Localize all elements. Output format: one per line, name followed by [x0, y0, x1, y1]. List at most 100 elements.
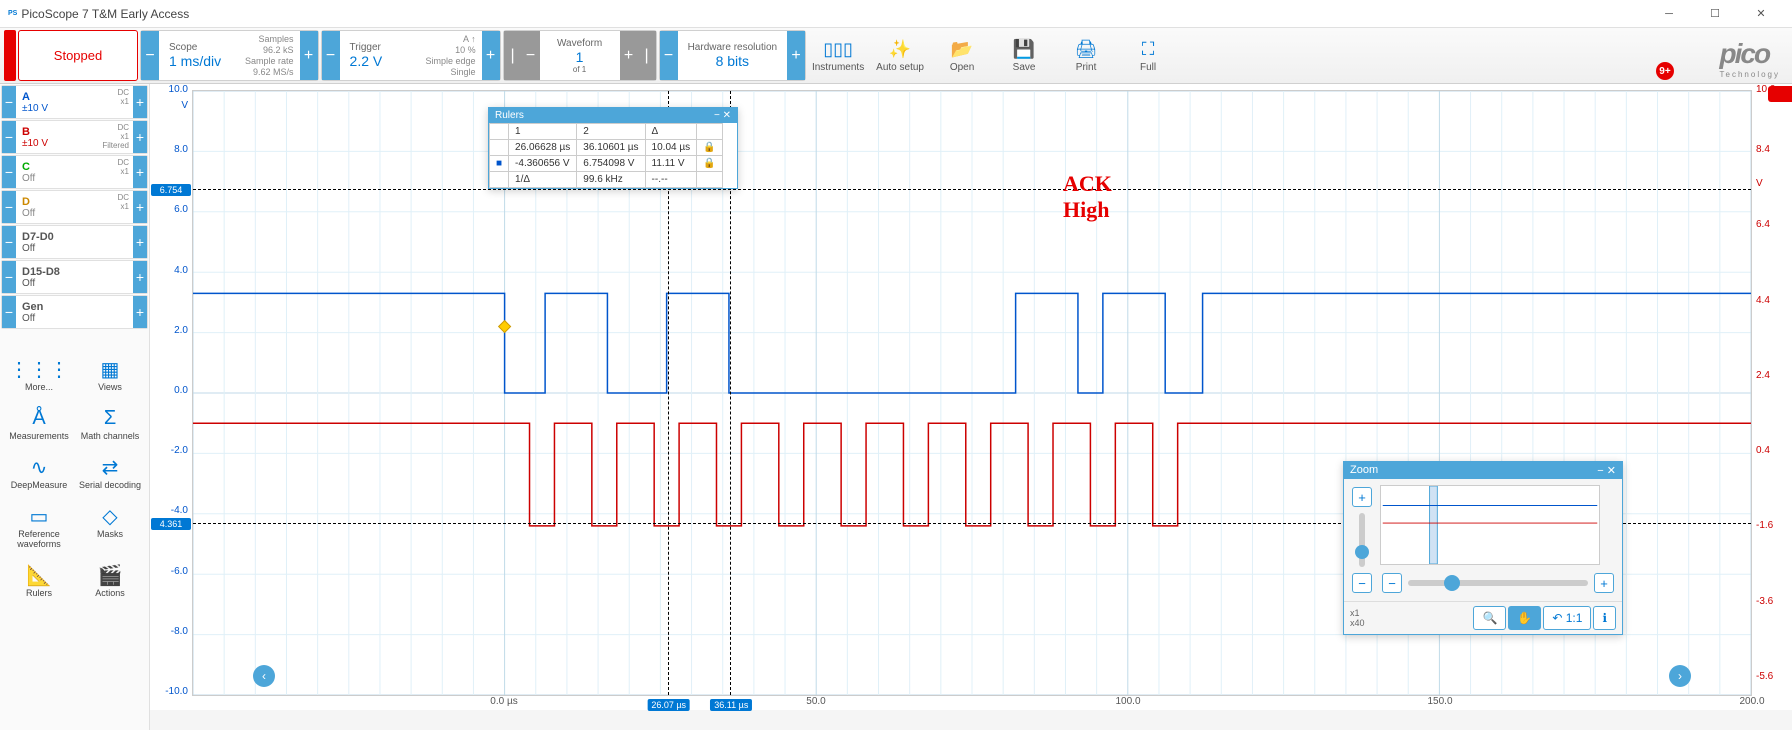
print-button[interactable]: 🖨 Print	[1056, 30, 1116, 81]
nav-right-button[interactable]: ›	[1669, 665, 1691, 687]
channel-minus-button[interactable]: −	[2, 121, 16, 153]
waveform-first-button[interactable]: |	[504, 31, 522, 80]
channel-plus-button[interactable]: +	[133, 191, 147, 223]
zoom-minimize-icon[interactable]: −	[1597, 465, 1603, 477]
scope-minus-button[interactable]: −	[141, 31, 159, 80]
y-axis-right: 10.08.46.44.42.40.4-1.6-3.6-5.6V	[1752, 84, 1792, 696]
minimize-button[interactable]: ─	[1646, 0, 1692, 28]
open-button[interactable]: 📂 Open	[932, 30, 992, 81]
channel-minus-button[interactable]: −	[2, 86, 16, 118]
channel-minus-button[interactable]: −	[2, 296, 16, 328]
channel-minus-button[interactable]: −	[2, 226, 16, 258]
hwres-plus-button[interactable]: +	[787, 31, 805, 80]
hwres-minus-button[interactable]: −	[660, 31, 678, 80]
rulers-close-icon[interactable]: ✕	[723, 110, 731, 121]
sidetool-more-[interactable]: ⋮⋮⋮More...	[4, 350, 74, 398]
channel-body[interactable]: D7-D0Off	[16, 226, 133, 258]
waveform-last-button[interactable]: |	[638, 31, 656, 80]
scope-display[interactable]: Scope 1 ms/div	[159, 31, 239, 80]
zoom-magnify-button[interactable]: 🔍	[1473, 606, 1506, 630]
channel-body[interactable]: D15-D8Off	[16, 261, 133, 293]
instruments-button[interactable]: ▯▯▯ Instruments	[808, 30, 868, 81]
horizontal-cursor-1[interactable]: 6.754	[193, 189, 1751, 190]
channel-row-b[interactable]: −B±10 VDCx1Filtered+	[1, 120, 148, 154]
ruler-time-lock-icon[interactable]: 🔒	[697, 140, 722, 156]
sidetool-serial-decoding[interactable]: ⇄Serial decoding	[75, 448, 145, 496]
rulers-minimize-icon[interactable]: −	[714, 110, 720, 121]
run-stop-button[interactable]: Stopped	[18, 30, 138, 81]
sidetool-measurements[interactable]: ÅMeasurements	[4, 399, 74, 447]
autosetup-button[interactable]: ✨ Auto setup	[870, 30, 930, 81]
channel-body[interactable]: COffDCx1	[16, 156, 133, 188]
sidetool-actions[interactable]: 🎬Actions	[75, 556, 145, 604]
channel-row-gen[interactable]: −GenOff+	[1, 295, 148, 329]
channel-body[interactable]: B±10 VDCx1Filtered	[16, 121, 133, 153]
zoom-x-slider-thumb[interactable]	[1444, 575, 1460, 591]
ruler-volt-lock-icon[interactable]: 🔒	[697, 156, 722, 172]
channel-row-d7-d0[interactable]: −D7-D0Off+	[1, 225, 148, 259]
zoom-level-display: x1x40	[1350, 608, 1365, 628]
zoom-info-button[interactable]: ℹ	[1593, 606, 1616, 630]
channel-body[interactable]: GenOff	[16, 296, 133, 328]
zoom-pan-button[interactable]: ✋	[1508, 606, 1541, 630]
close-button[interactable]: ✕	[1738, 0, 1784, 28]
y-axis-left: 10.08.06.04.02.00.0-2.0-4.0-6.0-8.0-10.0…	[150, 84, 192, 696]
zoom-out-y-button[interactable]: −	[1352, 573, 1372, 593]
trigger-minus-button[interactable]: −	[322, 31, 340, 80]
channel-list: −A±10 VDCx1+−B±10 VDCx1Filtered+−COffDCx…	[0, 84, 149, 330]
channel-body[interactable]: DOffDCx1	[16, 191, 133, 223]
rulers-window[interactable]: Rulers − ✕ 1 2 Δ 26.06628 µs 36.10601	[488, 107, 738, 189]
channel-row-a[interactable]: −A±10 VDCx1+	[1, 85, 148, 119]
sidetool-masks[interactable]: ◇Masks	[75, 497, 145, 555]
scope-control: − Scope 1 ms/div Samples 96.2 kS Sample …	[140, 30, 319, 81]
waveform-next-button[interactable]: +	[620, 31, 638, 80]
sidetool-reference-waveforms[interactable]: ▭Reference waveforms	[4, 497, 74, 555]
main-toolbar: Stopped − Scope 1 ms/div Samples 96.2 kS…	[0, 28, 1792, 84]
waveform-control: | − Waveform 1 of 1 + |	[503, 30, 657, 81]
hwres-display[interactable]: Hardware resolution 8 bits	[678, 31, 788, 80]
notification-badge[interactable]: 9+	[1656, 62, 1674, 80]
zoom-y-slider-thumb[interactable]	[1355, 545, 1369, 559]
zoom-reset-button[interactable]: ↶ 1:1	[1543, 606, 1591, 630]
fullscreen-button[interactable]: ⛶ Full	[1118, 30, 1178, 81]
waveform-prev-button[interactable]: −	[522, 31, 540, 80]
channel-plus-button[interactable]: +	[133, 261, 147, 293]
channel-minus-button[interactable]: −	[2, 191, 16, 223]
waveform-display[interactable]: Waveform 1 of 1	[540, 31, 620, 80]
channel-row-c[interactable]: −COffDCx1+	[1, 155, 148, 189]
maximize-button[interactable]: ☐	[1692, 0, 1738, 28]
zoom-in-x-button[interactable]: +	[1594, 573, 1614, 593]
channel-plus-button[interactable]: +	[133, 296, 147, 328]
channel-body[interactable]: A±10 VDCx1	[16, 86, 133, 118]
channel-minus-button[interactable]: −	[2, 261, 16, 293]
plot-area[interactable]: 6.754 4.361 26.07 µs 36.11 µs Rulers − ✕	[192, 90, 1752, 696]
zoom-header[interactable]: Zoom − ✕	[1344, 462, 1622, 479]
zoom-in-y-button[interactable]: +	[1352, 487, 1372, 507]
trigger-display[interactable]: Trigger 2.2 V	[340, 31, 420, 80]
channel-plus-button[interactable]: +	[133, 226, 147, 258]
channel-plus-button[interactable]: +	[133, 86, 147, 118]
x-axis: 0.0 µs50.0100.0150.0200.0	[192, 696, 1752, 710]
rulers-header[interactable]: Rulers − ✕	[489, 108, 737, 123]
zoom-x-slider[interactable]	[1408, 580, 1588, 586]
sidetool-rulers[interactable]: 📐Rulers	[4, 556, 74, 604]
sidetool-views[interactable]: ▦Views	[75, 350, 145, 398]
zoom-minimap[interactable]	[1380, 485, 1600, 565]
sidetool-math-channels[interactable]: ΣMath channels	[75, 399, 145, 447]
channel-plus-button[interactable]: +	[133, 121, 147, 153]
save-button[interactable]: 💾 Save	[994, 30, 1054, 81]
scope-plus-button[interactable]: +	[300, 31, 318, 80]
zoom-window[interactable]: Zoom − ✕ + −	[1343, 461, 1623, 635]
trigger-plus-button[interactable]: +	[482, 31, 500, 80]
channel-plus-button[interactable]: +	[133, 156, 147, 188]
sidebar-tools: ⋮⋮⋮More...▦ViewsÅMeasurementsΣMath chann…	[0, 342, 149, 612]
sidetool-deepmeasure[interactable]: ∿DeepMeasure	[4, 448, 74, 496]
app-logo-small: PS	[8, 10, 17, 17]
channel-row-d15-d8[interactable]: −D15-D8Off+	[1, 260, 148, 294]
zoom-out-x-button[interactable]: −	[1382, 573, 1402, 593]
nav-left-button[interactable]: ‹	[253, 665, 275, 687]
channel-row-d[interactable]: −DOffDCx1+	[1, 190, 148, 224]
chart-area: 10.08.06.04.02.00.0-2.0-4.0-6.0-8.0-10.0…	[150, 84, 1792, 710]
channel-minus-button[interactable]: −	[2, 156, 16, 188]
zoom-close-icon[interactable]: ✕	[1607, 465, 1616, 477]
